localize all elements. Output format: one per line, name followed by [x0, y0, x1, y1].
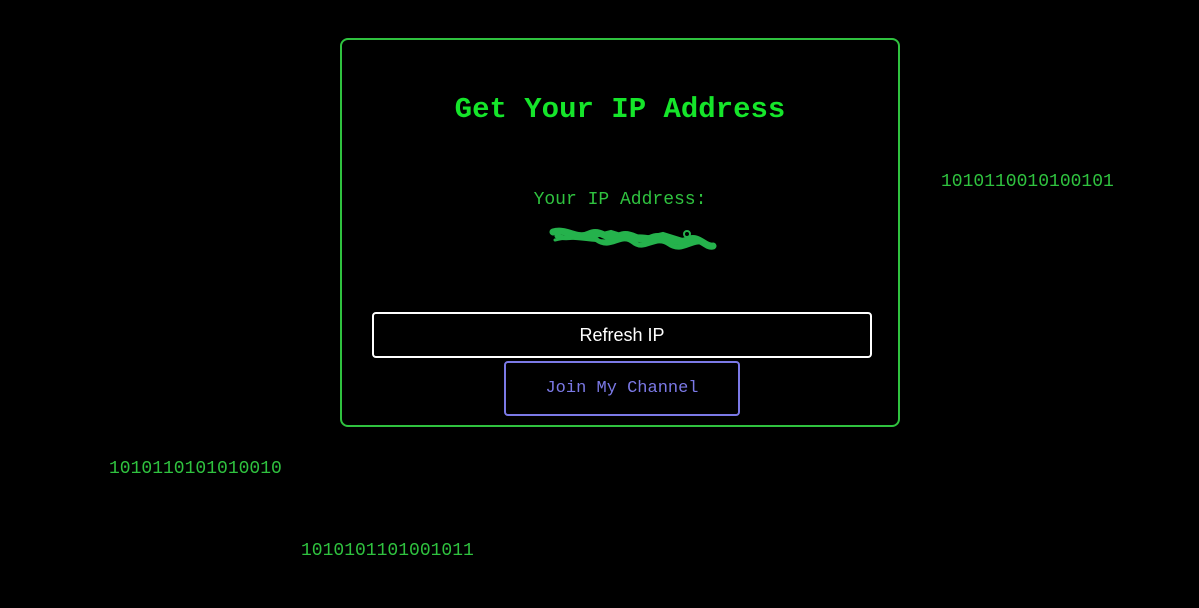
ip-card: Get Your IP Address Your IP Address: Ref… [340, 38, 900, 427]
ip-address-redaction-scribble [549, 227, 717, 250]
binary-text-right: 1010110010100101 [941, 172, 1114, 192]
join-channel-button-label: Join My Channel [545, 379, 699, 398]
join-channel-button[interactable]: Join My Channel [504, 361, 740, 416]
refresh-ip-button-label: Refresh IP [579, 324, 665, 345]
binary-text-left: 1010110101010010 [109, 459, 282, 479]
refresh-ip-button[interactable]: Refresh IP [372, 312, 872, 358]
binary-text-bottom: 1010101101001011 [301, 541, 474, 561]
ip-address-label: Your IP Address: [533, 190, 707, 210]
page-title: Get Your IP Address [454, 93, 786, 126]
